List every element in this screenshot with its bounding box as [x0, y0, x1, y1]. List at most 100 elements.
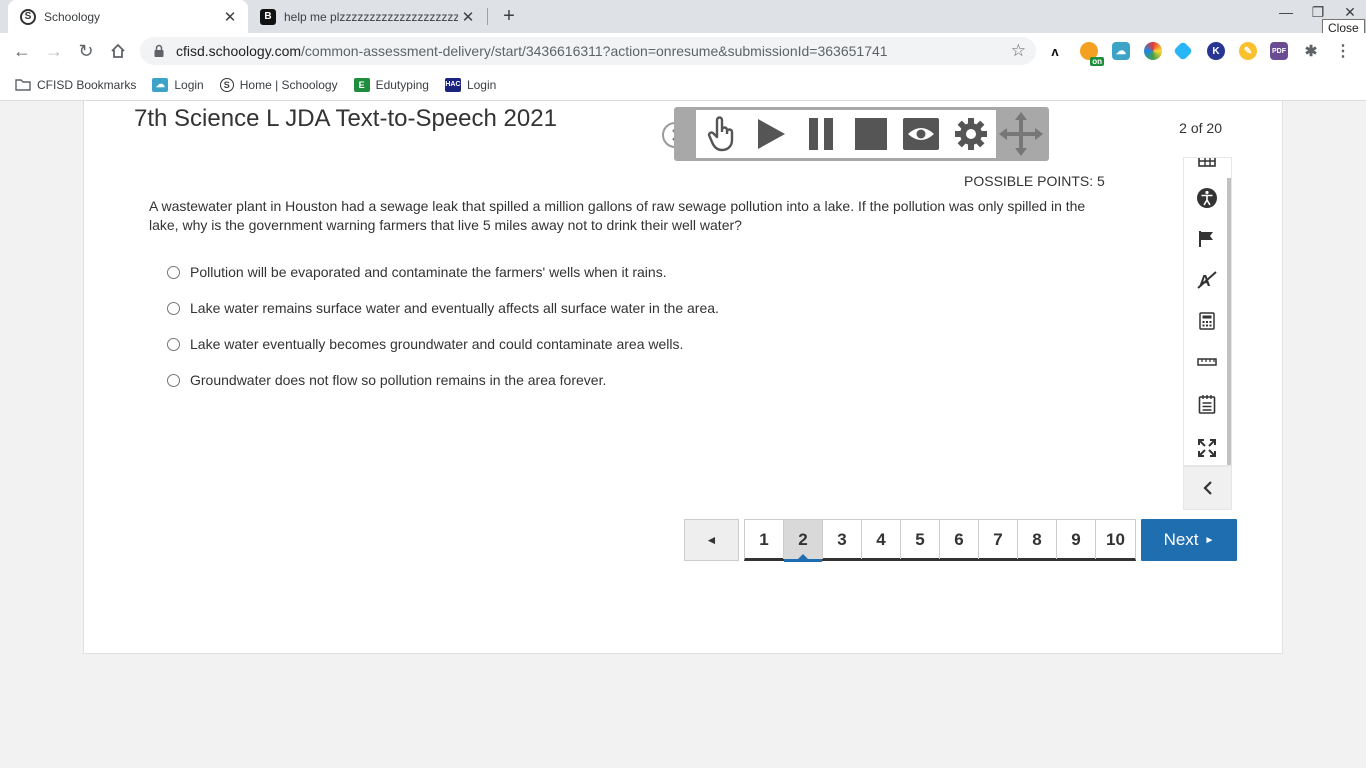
- schoology-favicon-icon: S: [20, 8, 36, 25]
- page-4-button[interactable]: 4: [862, 520, 901, 559]
- answer-choices: Pollution will be evaporated and contami…: [167, 254, 719, 398]
- page-number-list: 1 2 3 4 5 6 7 8 9 10: [744, 519, 1136, 562]
- extension-a-icon[interactable]: ʌ: [1046, 42, 1064, 60]
- next-arrow-icon: ►: [1204, 534, 1215, 546]
- bookmark-edutyping[interactable]: E Edutyping: [353, 77, 429, 92]
- extension-compass-icon[interactable]: ✎: [1239, 42, 1257, 60]
- click-to-speak-hand-icon[interactable]: [701, 114, 741, 154]
- close-tab-icon[interactable]: ✕: [220, 7, 240, 27]
- page-5-button[interactable]: 5: [901, 520, 940, 559]
- flag-icon[interactable]: [1195, 227, 1219, 251]
- next-button[interactable]: Next ►: [1141, 519, 1237, 561]
- home-icon[interactable]: [106, 39, 130, 63]
- choice-b[interactable]: Lake water remains surface water and eve…: [167, 290, 719, 326]
- tab-schoology[interactable]: S Schoology ✕: [8, 0, 248, 33]
- move-toolbar-icon[interactable]: [997, 110, 1045, 158]
- choice-label: Pollution will be evaporated and contami…: [190, 264, 667, 280]
- choice-radio[interactable]: [167, 337, 180, 351]
- bookmark-label: CFISD Bookmarks: [37, 77, 137, 92]
- play-icon[interactable]: [751, 114, 791, 154]
- page-8-button[interactable]: 8: [1018, 520, 1057, 559]
- fullscreen-icon[interactable]: [1195, 436, 1219, 460]
- bookmarks-bar: CFISD Bookmarks ☁ Login S Home | Schoolo…: [0, 69, 1366, 101]
- collapse-rail-icon[interactable]: [1183, 466, 1232, 510]
- bookmark-login-2[interactable]: HAC Login: [444, 77, 497, 92]
- tool-rail: A: [1183, 157, 1232, 466]
- url-text: cfisd.schoology.com/common-assessment-de…: [176, 43, 888, 59]
- bookmark-label: Login: [174, 77, 204, 92]
- extensions-puzzle-icon[interactable]: ✱: [1302, 42, 1320, 60]
- page-3-button[interactable]: 3: [823, 520, 862, 559]
- reload-icon[interactable]: ↻: [74, 39, 98, 63]
- pdf-icon[interactable]: PDF: [1270, 42, 1288, 60]
- assessment-title: 7th Science L JDA Text-to-Speech 2021: [134, 105, 557, 132]
- menu-kebab-icon[interactable]: ⋮: [1334, 42, 1352, 60]
- bookmark-label: Login: [466, 77, 497, 92]
- choice-c[interactable]: Lake water eventually becomes groundwate…: [167, 326, 719, 362]
- color-wheel-icon[interactable]: [1144, 42, 1162, 60]
- tab-title: help me plzzzzzzzzzzzzzzzzzzzz: [284, 9, 458, 24]
- address-bar[interactable]: cfisd.schoology.com/common-assessment-de…: [140, 37, 1036, 65]
- bookmark-cfisd[interactable]: CFISD Bookmarks: [15, 78, 136, 92]
- next-label: Next: [1163, 530, 1199, 549]
- screen-mask-icon[interactable]: [901, 114, 941, 154]
- folder-icon: [15, 78, 31, 92]
- tab-strip: S Schoology ✕ B help me plzzzzzzzzzzzzzz…: [0, 0, 1366, 37]
- text-to-speech-toolbar: [674, 107, 1049, 161]
- bookmark-login-1[interactable]: ☁ Login: [152, 77, 204, 92]
- tab-separator: [487, 8, 488, 25]
- edutyping-icon: E: [353, 77, 370, 92]
- hac-icon: HAC: [444, 77, 461, 92]
- stop-icon[interactable]: [851, 114, 891, 154]
- cloud-icon: ☁: [152, 77, 169, 92]
- page-6-button[interactable]: 6: [940, 520, 979, 559]
- extension-cloud-icon[interactable]: ☁: [1112, 42, 1130, 60]
- choice-label: Groundwater does not flow so pollution r…: [190, 372, 607, 388]
- extension-diamond-icon[interactable]: [1173, 41, 1193, 61]
- tts-controls: [696, 110, 996, 158]
- choice-label: Lake water eventually becomes groundwate…: [190, 336, 684, 352]
- calculator-icon[interactable]: [1195, 309, 1219, 333]
- choice-a[interactable]: Pollution will be evaporated and contami…: [167, 254, 719, 290]
- bookmark-schoology[interactable]: S Home | Schoology: [219, 77, 338, 92]
- brainly-favicon-icon: B: [260, 8, 276, 25]
- table-icon[interactable]: [1195, 158, 1219, 170]
- extension-k-icon[interactable]: K: [1207, 42, 1225, 60]
- page-9-button[interactable]: 9: [1057, 520, 1096, 559]
- extension-badge: on: [1090, 57, 1104, 66]
- back-icon[interactable]: ←: [10, 39, 34, 63]
- question-text: A wastewater plant in Houston had a sewa…: [149, 198, 1086, 233]
- minimize-icon[interactable]: —: [1272, 4, 1300, 28]
- answer-eliminator-icon[interactable]: A: [1195, 268, 1219, 292]
- bookmark-star-icon[interactable]: ☆: [1011, 41, 1026, 61]
- page-7-button[interactable]: 7: [979, 520, 1018, 559]
- question-pagination: ◄ 1 2 3 4 5 6 7 8 9 10 Next ►: [684, 519, 1237, 563]
- pause-icon[interactable]: [801, 114, 841, 154]
- choice-label: Lake water remains surface water and eve…: [190, 300, 719, 316]
- assessment-card: 7th Science L JDA Text-to-Speech 2021 2 …: [83, 101, 1283, 654]
- page-2-button[interactable]: 2: [784, 520, 823, 562]
- extension-on-icon[interactable]: on: [1080, 42, 1104, 66]
- settings-gear-icon[interactable]: [951, 114, 991, 154]
- browser-toolbar: ← → ↻ cfisd.schoology.com/common-assessm…: [0, 33, 1366, 69]
- tab-brainly[interactable]: B help me plzzzzzzzzzzzzzzzzzzzz ✕: [250, 0, 486, 33]
- choice-radio[interactable]: [167, 265, 180, 279]
- close-tab-icon[interactable]: ✕: [458, 7, 478, 27]
- ruler-icon[interactable]: [1195, 350, 1219, 374]
- previous-button[interactable]: ◄: [684, 519, 739, 561]
- new-tab-icon[interactable]: +: [498, 5, 520, 27]
- choice-radio[interactable]: [167, 373, 180, 387]
- choice-radio[interactable]: [167, 301, 180, 315]
- page-1-button[interactable]: 1: [745, 520, 784, 559]
- schoology-icon: S: [219, 77, 234, 92]
- page-10-button[interactable]: 10: [1096, 520, 1135, 559]
- rail-scrollbar[interactable]: [1227, 178, 1231, 465]
- accessibility-icon[interactable]: [1195, 186, 1219, 210]
- notepad-icon[interactable]: [1195, 392, 1219, 416]
- choice-d[interactable]: Groundwater does not flow so pollution r…: [167, 362, 719, 398]
- forward-icon[interactable]: →: [42, 39, 66, 63]
- tab-title: Schoology: [44, 9, 101, 24]
- question-counter: 2 of 20: [1179, 120, 1222, 136]
- bookmark-label: Edutyping: [375, 77, 429, 92]
- possible-points: POSSIBLE POINTS: 5: [964, 173, 1105, 189]
